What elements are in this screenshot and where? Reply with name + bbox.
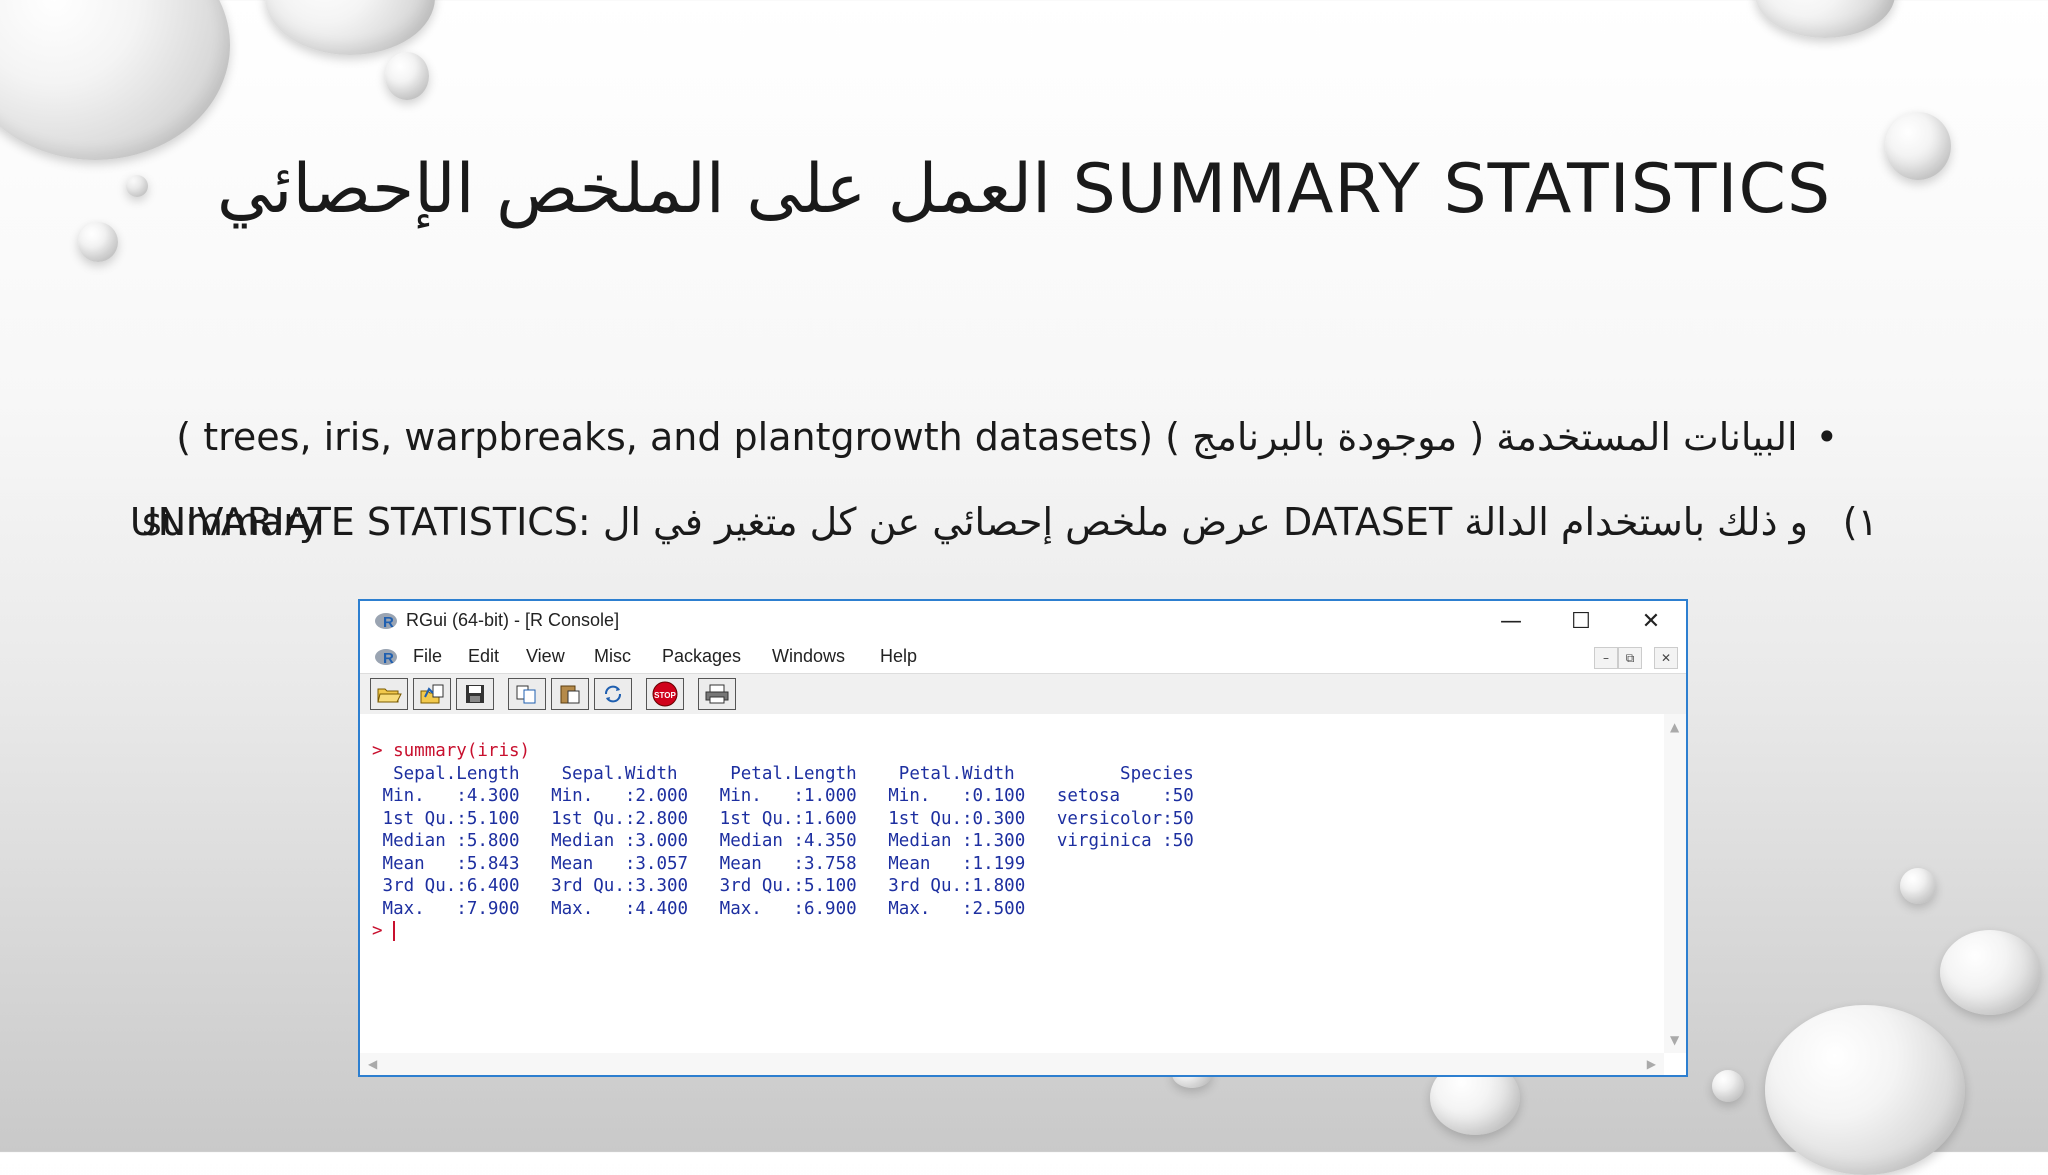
open-script-icon	[377, 688, 402, 703]
copy-icon	[516, 685, 536, 704]
scroll-right-icon[interactable]: ▶	[1647, 1057, 1656, 1071]
open-script-button[interactable]	[370, 678, 408, 710]
water-drop	[1900, 868, 1936, 904]
console-prompt: >	[372, 741, 383, 761]
console-output: > summary(iris) Sepal.Length Sepal.Width…	[372, 740, 1215, 943]
svg-text:R: R	[383, 614, 394, 631]
r-console[interactable]: > summary(iris) Sepal.Length Sepal.Width…	[360, 714, 1664, 1053]
copy-paste-button[interactable]	[594, 678, 632, 710]
horizontal-scrollbar[interactable]: ◀ ▶	[360, 1053, 1664, 1075]
menu-view[interactable]: View	[526, 646, 565, 667]
menu-edit[interactable]: Edit	[468, 646, 499, 667]
water-drop	[1940, 930, 2040, 1015]
svg-text:R: R	[383, 650, 394, 667]
menu-help[interactable]: Help	[880, 646, 917, 667]
menu-bar: R File Edit View Misc Packages Windows H…	[360, 641, 1686, 673]
save-workspace-button[interactable]	[456, 678, 494, 710]
console-command: summary(iris)	[393, 741, 531, 761]
maximize-button[interactable]: ☐	[1546, 601, 1616, 641]
scroll-up-icon[interactable]: ▲	[1670, 720, 1679, 734]
output-line: 3rd Qu.:6.400 3rd Qu.:3.300 3rd Qu.:5.10…	[372, 876, 1215, 896]
scroll-down-icon[interactable]: ▼	[1670, 1033, 1679, 1047]
rgui-window: R RGui (64-bit) - [R Console] — ☐ ✕ R Fi…	[358, 599, 1688, 1077]
water-drop	[1712, 1070, 1744, 1102]
water-drop	[1765, 1005, 1965, 1175]
copy-button[interactable]	[508, 678, 546, 710]
svg-text:STOP: STOP	[654, 691, 676, 700]
copy-paste-icon	[605, 685, 621, 703]
minimize-button[interactable]: —	[1476, 601, 1546, 641]
vertical-scrollbar[interactable]: ▲ ▼	[1664, 714, 1686, 1053]
print-button[interactable]	[698, 678, 736, 710]
final-prompt: >	[372, 921, 383, 941]
bullet-datasets-text: البيانات المستخدمة ( موجودة بالبرنامج ) …	[176, 415, 1798, 459]
r-logo-icon: R	[375, 649, 397, 667]
bullet-datasets: • البيانات المستخدمة ( موجودة بالبرنامج )…	[176, 415, 1838, 459]
water-drop	[0, 0, 230, 160]
save-workspace-icon	[466, 685, 484, 703]
output-line: 1st Qu.:5.100 1st Qu.:2.800 1st Qu.:1.60…	[372, 808, 1215, 829]
output-line: Sepal.Length Sepal.Width Petal.Length Pe…	[372, 763, 1215, 784]
item-number: (١	[1842, 500, 1878, 544]
mdi-restore-button[interactable]: ⧉	[1618, 647, 1642, 669]
output-line: Min. :4.300 Min. :2.000 Min. :1.000 Min.…	[372, 786, 1215, 806]
load-workspace-button[interactable]	[413, 678, 451, 710]
window-title: RGui (64-bit) - [R Console]	[406, 610, 620, 630]
water-drop	[265, 0, 435, 55]
menu-file[interactable]: File	[413, 646, 442, 667]
scroll-left-icon[interactable]: ◀	[368, 1057, 377, 1071]
menu-misc[interactable]: Misc	[594, 646, 631, 667]
univariate-description: UNIVARIATE STATISTICS: عرض ملخص إحصائي ع…	[129, 500, 1808, 544]
water-drop	[385, 52, 429, 100]
output-line: Max. :7.900 Max. :4.400 Max. :6.900 Max.…	[372, 898, 1215, 919]
output-line: Mean :5.843 Mean :3.057 Mean :3.758 Mean…	[372, 853, 1215, 874]
window-titlebar: R RGui (64-bit) - [R Console] — ☐ ✕	[360, 601, 1686, 641]
r-logo-icon: R	[375, 613, 397, 631]
menu-windows[interactable]: Windows	[772, 646, 845, 667]
load-workspace-icon	[420, 684, 444, 704]
slide-title: العمل على الملخص الإحصائي SUMMARY STATIS…	[216, 150, 1832, 229]
text-cursor	[393, 921, 396, 941]
mdi-close-button[interactable]: ✕	[1654, 647, 1678, 669]
output-line: Median :5.800 Median :3.000 Median :4.35…	[372, 831, 1215, 851]
paste-icon	[560, 685, 580, 704]
mdi-minimize-button[interactable]: –	[1594, 647, 1618, 669]
stop-icon: STOP	[652, 681, 678, 707]
close-button[interactable]: ✕	[1616, 601, 1686, 641]
command-line: > summary(iris)	[372, 741, 530, 761]
menu-packages[interactable]: Packages	[662, 646, 741, 667]
toolbar: STOP	[360, 673, 1686, 715]
water-drop	[1755, 0, 1895, 38]
print-icon	[705, 684, 729, 704]
bullet-dot: •	[1815, 415, 1838, 459]
paste-button[interactable]	[551, 678, 589, 710]
stop-button[interactable]: STOP	[646, 678, 684, 710]
